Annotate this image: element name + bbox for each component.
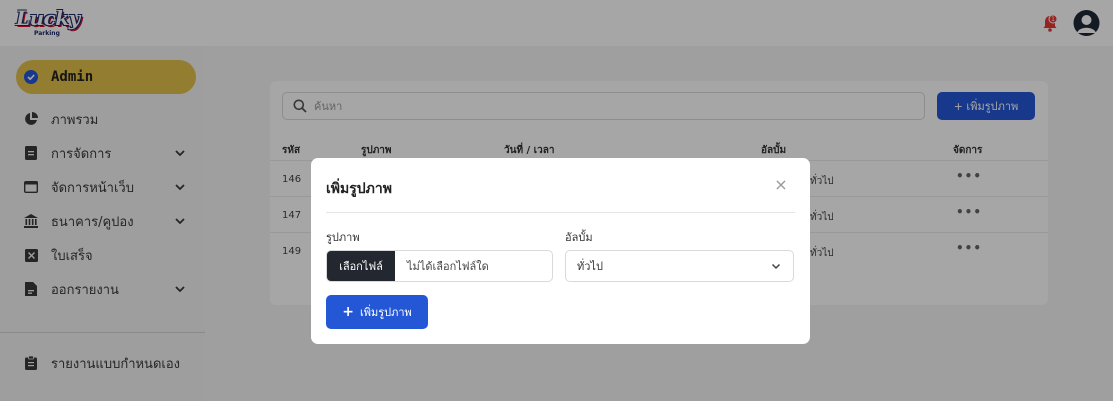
chevron-down-icon <box>771 261 781 271</box>
file-status-text: ไม่ได้เลือกไฟล์ใด <box>407 260 489 273</box>
submit-add-image-button[interactable]: + เพิ่มรูปภาพ <box>326 295 428 329</box>
add-image-modal: เพิ่มรูปภาพ × รูปภาพ เลือกไฟล์ ไม่ได้เลื… <box>311 158 810 344</box>
file-input[interactable]: เลือกไฟล์ ไม่ได้เลือกไฟล์ใด <box>326 250 553 282</box>
album-selected-value: ทั่วไป <box>577 260 603 273</box>
image-field-label: รูปภาพ <box>326 231 360 244</box>
modal-title: เพิ่มรูปภาพ <box>326 181 392 197</box>
submit-label: เพิ่มรูปภาพ <box>359 306 412 319</box>
modal-divider <box>326 212 795 213</box>
choose-file-button[interactable]: เลือกไฟล์ <box>327 251 395 281</box>
album-field-label: อัลบั้ม <box>565 231 593 244</box>
album-select[interactable]: ทั่วไป <box>565 250 794 282</box>
close-icon[interactable]: × <box>772 176 790 194</box>
plus-icon: + <box>342 304 354 320</box>
